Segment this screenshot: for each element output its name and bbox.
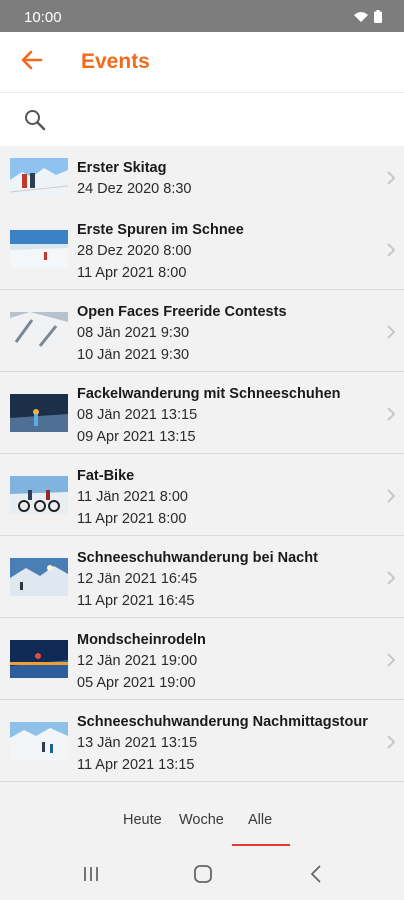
event-thumbnail xyxy=(10,722,68,760)
event-start-date: 12 Jän 2021 19:00 xyxy=(77,653,198,669)
event-end-date: 05 Apr 2021 19:00 xyxy=(77,675,196,691)
event-end-date: 11 Apr 2021 13:15 xyxy=(77,757,195,773)
event-row[interactable]: Fat-Bike 11 Jän 2021 8:00 11 Apr 2021 8:… xyxy=(0,454,404,536)
nav-back-icon[interactable] xyxy=(308,864,324,889)
chevron-right-icon xyxy=(386,324,396,345)
event-start-date: 13 Jän 2021 13:15 xyxy=(77,735,198,751)
event-start-date: 08 Jän 2021 9:30 xyxy=(77,325,190,341)
event-title: Erster Skitag xyxy=(77,160,167,176)
search-bar xyxy=(0,92,404,146)
event-start-date: 12 Jän 2021 16:45 xyxy=(77,571,198,587)
battery-icon xyxy=(374,10,382,23)
event-end-date: 11 Apr 2021 8:00 xyxy=(77,265,187,281)
event-end-date: 09 Apr 2021 13:15 xyxy=(77,429,196,445)
event-row[interactable]: Schneeschuhwanderung bei Nacht 12 Jän 20… xyxy=(0,536,404,618)
search-input[interactable] xyxy=(60,103,390,137)
tab-alle[interactable]: Alle xyxy=(248,812,272,828)
event-thumbnail xyxy=(10,394,68,432)
chevron-right-icon xyxy=(386,170,396,191)
event-title: Open Faces Freeride Contests xyxy=(77,304,287,320)
event-title: Erste Spuren im Schnee xyxy=(77,222,244,238)
search-icon xyxy=(24,109,46,136)
tab-heute[interactable]: Heute xyxy=(123,812,162,828)
event-thumbnail xyxy=(10,230,68,268)
event-thumbnail xyxy=(10,640,68,678)
event-start-date: 08 Jän 2021 13:15 xyxy=(77,407,198,423)
home-icon[interactable] xyxy=(193,864,213,889)
event-end-date: 10 Jän 2021 9:30 xyxy=(77,347,190,363)
event-end-date: 11 Apr 2021 8:00 xyxy=(77,511,187,527)
status-icons xyxy=(353,10,382,23)
event-row[interactable]: Erste Spuren im Schnee 28 Dez 2020 8:00 … xyxy=(0,208,404,290)
event-title: Schneeschuhwanderung bei Nacht xyxy=(77,550,318,566)
app-bar: Events xyxy=(0,32,404,92)
event-end-date: 11 Apr 2021 16:45 xyxy=(77,593,195,609)
event-title: Fackelwanderung mit Schneeschuhen xyxy=(77,386,341,402)
arrow-left-icon xyxy=(21,50,43,75)
chevron-right-icon xyxy=(386,242,396,263)
recent-apps-icon[interactable] xyxy=(82,864,100,889)
event-start-date: 11 Jän 2021 8:00 xyxy=(77,489,188,505)
system-nav-bar xyxy=(0,850,404,900)
event-row[interactable]: Open Faces Freeride Contests 08 Jän 2021… xyxy=(0,290,404,372)
chevron-right-icon xyxy=(386,488,396,509)
event-title: Fat-Bike xyxy=(77,468,135,484)
event-row[interactable]: Mondscheinrodeln 12 Jän 2021 19:00 05 Ap… xyxy=(0,618,404,700)
wifi-icon xyxy=(353,11,369,23)
chevron-right-icon xyxy=(386,652,396,673)
page-title: Events xyxy=(81,50,150,73)
event-thumbnail xyxy=(10,476,68,514)
chevron-right-icon xyxy=(386,570,396,591)
filter-tab-bar: Heute Woche Alle xyxy=(0,786,404,850)
event-title: Schneeschuhwanderung Nachmittagstour xyxy=(77,714,368,730)
chevron-right-icon xyxy=(386,406,396,427)
active-tab-indicator xyxy=(232,844,290,846)
event-title: Mondscheinrodeln xyxy=(77,632,206,648)
event-row[interactable]: Schneeschuhwanderung Nachmittagstour 13 … xyxy=(0,700,404,782)
status-bar: 10:00 xyxy=(0,0,404,32)
event-row[interactable]: Fackelwanderung mit Schneeschuhen 08 Jän… xyxy=(0,372,404,454)
chevron-right-icon xyxy=(386,734,396,755)
tab-woche[interactable]: Woche xyxy=(179,812,224,828)
back-button[interactable] xyxy=(14,44,50,80)
event-start-date: 28 Dez 2020 8:00 xyxy=(77,243,192,259)
status-time: 10:00 xyxy=(24,9,62,26)
event-thumbnail xyxy=(10,312,68,350)
event-start-date: 24 Dez 2020 8:30 xyxy=(77,181,192,197)
event-thumbnail xyxy=(10,558,68,596)
event-thumbnail xyxy=(10,158,68,196)
event-list: Erster Skitag 24 Dez 2020 8:30 Erste Spu… xyxy=(0,146,404,786)
